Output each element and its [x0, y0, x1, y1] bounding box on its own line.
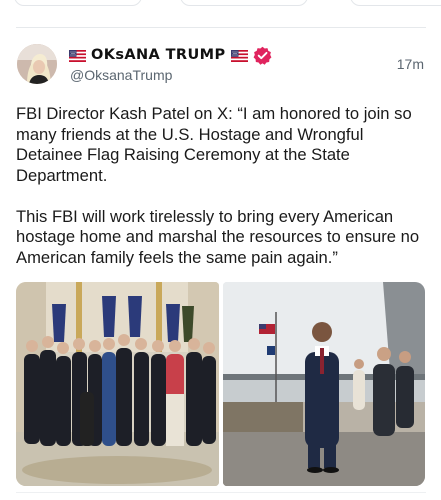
- photo-icon: [223, 282, 425, 486]
- action-pill[interactable]: [350, 0, 441, 6]
- divider: [16, 492, 426, 493]
- post-paragraph: FBI Director Kash Patel on X: “I am hono…: [16, 104, 412, 185]
- author-handle[interactable]: @OksanaTrump: [70, 67, 172, 83]
- action-pill[interactable]: [14, 0, 142, 6]
- avatar-image: [17, 44, 57, 84]
- media-image-balcony-photo[interactable]: [223, 282, 425, 486]
- author-name-row[interactable]: OKsANA TRUMP: [69, 45, 272, 65]
- post-timestamp[interactable]: 17m: [397, 56, 424, 72]
- us-flag-icon: [69, 49, 86, 62]
- post-paragraph: This FBI will work tirelessly to bring e…: [16, 206, 420, 267]
- divider: [16, 27, 426, 28]
- photo-icon: [16, 282, 219, 486]
- top-strip: [0, 0, 441, 14]
- avatar[interactable]: [17, 44, 57, 84]
- us-flag-icon: [230, 49, 248, 62]
- post-text: FBI Director Kash Patel on X: “I am hono…: [16, 104, 430, 268]
- verified-badge-icon: [253, 46, 272, 65]
- media-image-group-photo[interactable]: [16, 282, 219, 486]
- action-pill[interactable]: [180, 0, 308, 6]
- display-name[interactable]: OKsANA TRUMP: [91, 47, 226, 63]
